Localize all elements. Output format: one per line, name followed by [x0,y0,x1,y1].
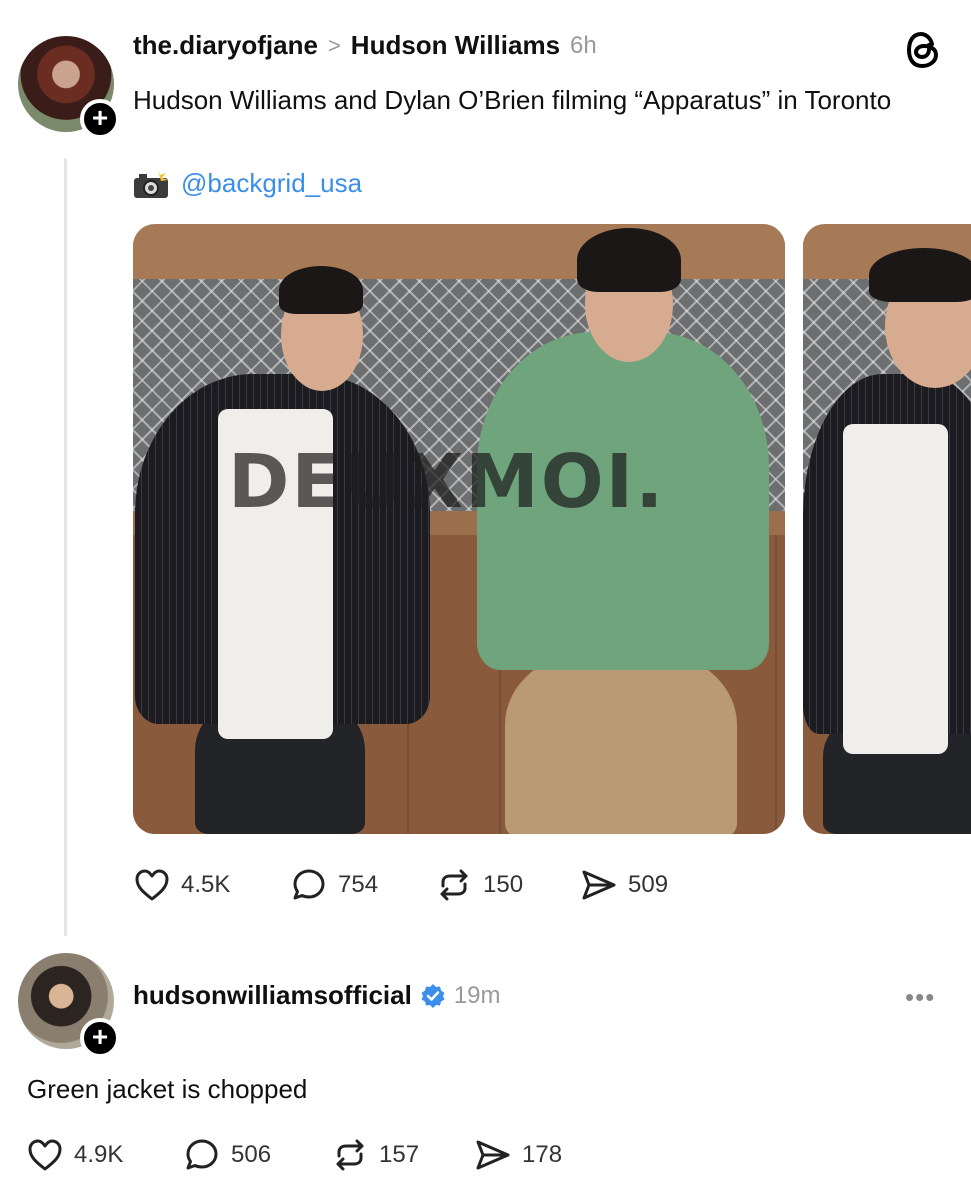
verified-icon [421,983,445,1008]
repost-icon [336,1139,364,1171]
repost-icon [440,869,468,901]
thread-line [64,158,67,936]
repost-button[interactable]: 157 [331,1136,474,1174]
photo-watermark: DEUXMOI. [228,439,666,525]
like-button[interactable]: 4.9K [26,1136,183,1174]
share-count: 509 [628,871,669,898]
post-photo-next[interactable] [803,224,971,834]
post-header: the.diaryofjane > Hudson Williams 6h [133,30,597,61]
camera-flash-icon [134,168,168,198]
reply-author-username[interactable]: hudsonwilliamsofficial [133,980,412,1011]
like-button[interactable]: 4.5K [133,866,290,904]
like-count: 4.5K [181,871,231,898]
reply-button[interactable]: 506 [183,1136,331,1174]
reply-header: hudsonwilliamsofficial 19m [133,980,501,1011]
reply-text: Green jacket is chopped [27,1074,308,1104]
share-icon [582,870,616,900]
heart-icon [135,869,169,901]
heart-icon [28,1139,62,1171]
person-right-hair [577,228,681,292]
post-time: 6h [570,31,597,59]
author-username[interactable]: the.diaryofjane [133,30,318,61]
repost-button[interactable]: 150 [435,866,580,904]
plus-icon[interactable]: + [80,1018,120,1058]
photo-beam [133,236,785,285]
person-left-hair [279,266,363,314]
more-icon[interactable]: ••• [905,982,935,1013]
share-button[interactable]: 509 [580,866,668,904]
plus-icon[interactable]: + [80,99,120,139]
threads-logo-icon[interactable] [905,30,941,70]
share-icon [476,1140,510,1170]
person-right-pants [505,649,737,834]
post-text: Hudson Williams and Dylan O’Brien filmin… [133,85,892,115]
repost-count: 157 [379,1141,420,1168]
post-actions: 4.5K 754 150 509 [133,866,668,904]
post-photo[interactable]: DEUXMOI. [133,224,785,834]
like-count: 4.9K [74,1141,124,1168]
photo-credit: @backgrid_usa [133,168,362,199]
reply-time: 19m [453,981,501,1009]
reply-actions: 4.9K 506 157 178 [26,1136,562,1174]
reply-button[interactable]: 754 [290,866,435,904]
comment-icon [186,1139,218,1170]
reply-count: 506 [231,1141,272,1168]
reposted-from-name[interactable]: Hudson Williams [351,30,560,61]
share-count: 178 [522,1141,563,1168]
person-hair [869,248,971,302]
comment-icon [293,869,325,900]
person-shirt [843,424,948,754]
share-button[interactable]: 178 [474,1136,562,1174]
credit-handle-link[interactable]: @backgrid_usa [181,168,362,199]
chevron-right-icon: > [327,32,341,58]
repost-count: 150 [483,871,524,898]
reply-count: 754 [338,871,379,898]
